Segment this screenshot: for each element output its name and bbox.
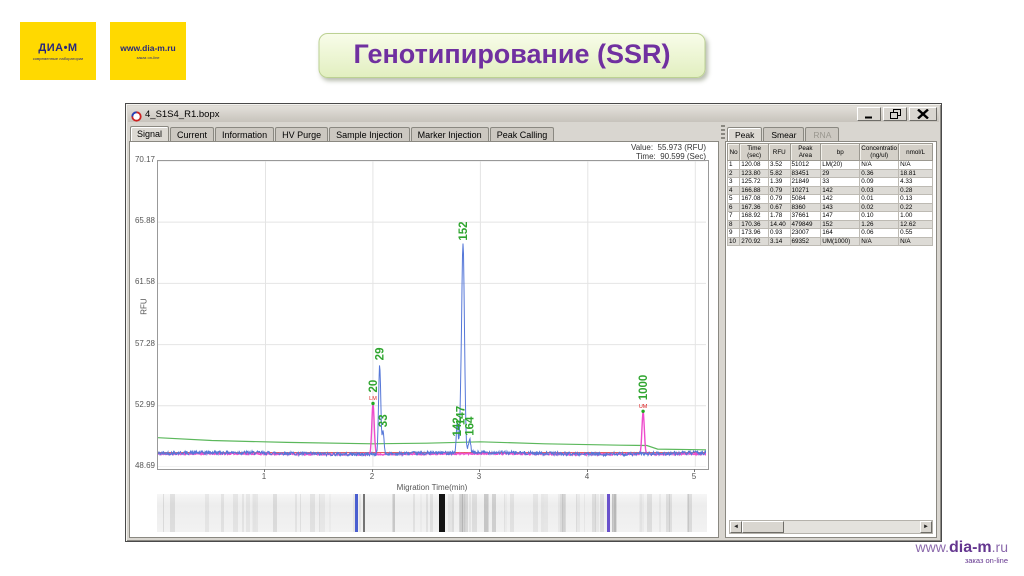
y-tick-label: 70.17: [131, 156, 155, 164]
close-button[interactable]: [909, 107, 937, 121]
gel-band: [363, 494, 365, 532]
column-header[interactable]: Peak Area: [790, 144, 821, 161]
svg-text:164: 164: [465, 416, 477, 436]
gel-view: [157, 494, 707, 532]
column-header[interactable]: RFU: [768, 144, 790, 161]
y-tick-label: 52.99: [131, 401, 155, 409]
table-row[interactable]: 4166.880.79102711420.030.28: [728, 186, 933, 195]
panel-splitter[interactable]: [721, 125, 725, 141]
table-row[interactable]: 6167.360.6783601430.020.22: [728, 203, 933, 212]
footer-url: www.dia-m.ru заказ on-line: [916, 539, 1008, 565]
close-icon: [917, 109, 929, 119]
chromatogram-svg: LM202933142147152164UM1000: [158, 161, 706, 467]
column-header[interactable]: No: [728, 144, 740, 161]
column-header[interactable]: Time (sec): [740, 144, 769, 161]
table-row[interactable]: 5167.080.7950841420.010.13: [728, 195, 933, 204]
y-tick-label: 61.58: [131, 278, 155, 286]
window-title: 4_S1S4_R1.bopx: [145, 109, 857, 120]
cursor-readout: Value: 55.973 (RFU) Time: 90.599 (Sec): [631, 143, 706, 161]
chromatogram-plot[interactable]: LM202933142147152164UM1000: [157, 160, 709, 470]
app-icon: [131, 109, 142, 120]
main-tabstrip: SignalCurrentInformationHV PurgeSample I…: [130, 124, 555, 141]
svg-text:29: 29: [375, 348, 387, 361]
app-window: 4_S1S4_R1.bopx: [125, 103, 942, 542]
table-row[interactable]: 2123.805.8283451290.3618.81: [728, 169, 933, 178]
tab-current[interactable]: Current: [170, 127, 214, 142]
window-titlebar[interactable]: 4_S1S4_R1.bopx: [128, 106, 939, 122]
y-axis-title: RFU: [140, 292, 149, 322]
diam-url-logo-subtext: заказ on-line: [136, 55, 159, 60]
minimize-button[interactable]: [857, 107, 881, 121]
gel-band: [607, 494, 610, 532]
result-tab-rna: RNA: [805, 127, 839, 141]
x-tick-label: 5: [686, 473, 702, 481]
y-tick-label: 48.69: [131, 462, 155, 470]
table-row[interactable]: 3125.721.3921849330.094.33: [728, 178, 933, 187]
gel-band: [355, 494, 358, 532]
svg-text:33: 33: [378, 414, 390, 427]
tab-signal[interactable]: Signal: [130, 126, 169, 142]
diam-url-logo: www.dia-m.ru заказ on-line: [110, 22, 186, 80]
x-tick-label: 1: [256, 473, 272, 481]
table-row[interactable]: 1120.083.5251012LM(20)N/AN/A: [728, 161, 933, 170]
tab-sample-injection[interactable]: Sample Injection: [329, 127, 410, 142]
svg-text:LM: LM: [369, 396, 377, 402]
x-tick-label: 2: [364, 473, 380, 481]
restore-button[interactable]: [883, 107, 907, 121]
restore-icon: [890, 109, 901, 119]
x-tick-label: 3: [471, 473, 487, 481]
table-row[interactable]: 10270.923.1469352UM(1000)N/AN/A: [728, 237, 933, 246]
scroll-left-button[interactable]: [730, 521, 742, 533]
diaem-logo-text: ДИА•М: [38, 42, 77, 54]
cursor-value: 55.973 (RFU): [658, 143, 706, 152]
svg-text:UM: UM: [639, 404, 648, 410]
result-tabstrip: PeakSmearRNA: [727, 125, 840, 141]
diam-url-logo-text: www.dia-m.ru: [120, 43, 175, 53]
y-tick-label: 65.88: [131, 217, 155, 225]
peak-table-panel: NoTime (sec)RFUPeak AreabpConcentratio (…: [725, 141, 937, 538]
tab-marker-injection[interactable]: Marker Injection: [411, 127, 489, 142]
table-hscrollbar[interactable]: [729, 520, 933, 534]
svg-text:20: 20: [368, 380, 380, 393]
y-tick-label: 57.28: [131, 340, 155, 348]
scrollbar-thumb[interactable]: [742, 521, 784, 533]
result-tab-peak[interactable]: Peak: [727, 127, 762, 141]
column-header[interactable]: Concentratio (ng/ul): [860, 144, 899, 161]
tab-peak-calling[interactable]: Peak Calling: [490, 127, 555, 142]
plot-panel: Value: 55.973 (RFU) Time: 90.599 (Sec) L…: [129, 141, 719, 538]
peak-table: NoTime (sec)RFUPeak AreabpConcentratio (…: [727, 143, 933, 246]
gel-band: [439, 494, 445, 532]
slide: ДИА•М современные лаборатории www.dia-m.…: [0, 0, 1024, 576]
column-header[interactable]: nmol/L: [899, 144, 933, 161]
table-row[interactable]: 9173.960.93230071640.060.55: [728, 229, 933, 238]
x-tick-label: 4: [579, 473, 595, 481]
table-row[interactable]: 8170.3614.404798491521.2612.62: [728, 220, 933, 229]
scroll-right-button[interactable]: [920, 521, 932, 533]
table-row[interactable]: 7168.921.78376611470.101.00: [728, 212, 933, 221]
footer-url-subtext: заказ on-line: [916, 556, 1008, 565]
svg-text:152: 152: [458, 221, 470, 240]
result-tab-smear[interactable]: Smear: [763, 127, 804, 141]
x-axis-title: Migration Time(min): [387, 483, 477, 492]
column-header[interactable]: bp: [821, 144, 860, 161]
footer-url-text: www.dia-m.ru: [916, 539, 1008, 556]
slide-title: Генотипирование (SSR): [319, 33, 706, 78]
minimize-icon: [864, 110, 874, 119]
diaem-logo-subtext: современные лаборатории: [33, 56, 84, 61]
diaem-logo: ДИА•М современные лаборатории: [20, 22, 96, 80]
tab-hv-purge[interactable]: HV Purge: [275, 127, 328, 142]
svg-text:1000: 1000: [638, 375, 650, 401]
tab-information[interactable]: Information: [215, 127, 274, 142]
